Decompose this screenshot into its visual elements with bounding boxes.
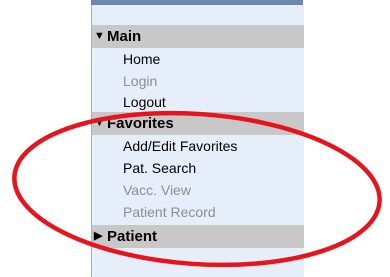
triangle-right-icon: ▶	[94, 230, 103, 242]
menu-item-login: Login	[123, 73, 158, 89]
section-title-patient: Patient	[107, 228, 158, 245]
menu-item-logout[interactable]: Logout	[92, 92, 304, 112]
menu-item-vacc-view: Vacc. View	[123, 182, 191, 198]
menu-item-home[interactable]: Home	[92, 48, 304, 70]
navigation-menu: ▼ Main Home Login Logout ▼ Favorites Add…	[91, 5, 304, 277]
section-header-main[interactable]: ▼ Main	[92, 25, 304, 48]
menu-item-pat-search[interactable]: Pat. Search	[92, 157, 304, 179]
section-header-patient[interactable]: ▶ Patient	[92, 225, 304, 248]
section-header-favorites[interactable]: ▼ Favorites	[92, 112, 304, 135]
triangle-down-icon: ▼	[94, 30, 105, 42]
menu-spacer	[92, 5, 304, 25]
section-title-main: Main	[107, 28, 142, 45]
triangle-down-icon: ▼	[94, 117, 105, 129]
section-title-favorites: Favorites	[107, 115, 174, 132]
menu-item-add-edit-favorites[interactable]: Add/Edit Favorites	[92, 135, 304, 157]
menu-item-patient-record: Patient Record	[123, 204, 216, 220]
